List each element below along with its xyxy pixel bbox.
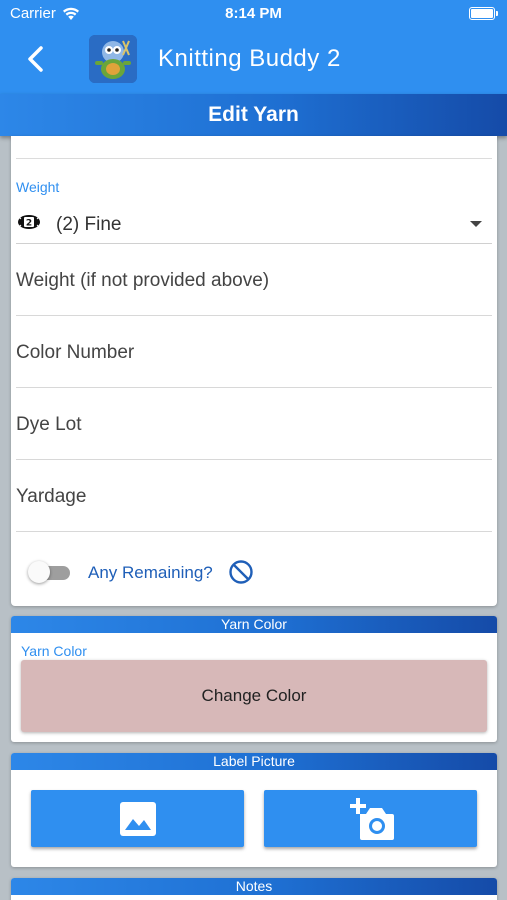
notes-card: Notes: [11, 878, 497, 900]
weight-alt-field[interactable]: Weight (if not provided above): [16, 244, 492, 316]
yarn-color-label: Yarn Color: [21, 643, 87, 659]
status-bar: Carrier 8:14 PM: [0, 0, 507, 28]
ban-icon: [229, 560, 253, 584]
yarn-color-header: Yarn Color: [11, 616, 497, 633]
weight-value: (2) Fine: [56, 214, 122, 235]
weight-dropdown[interactable]: 2 (2) Fine: [16, 202, 492, 244]
take-photo-button[interactable]: [264, 790, 477, 847]
dropdown-caret-icon: [470, 221, 482, 227]
dye-lot-placeholder: Dye Lot: [16, 414, 82, 435]
yarn-form-card: Weight 2 (2) Fine Weight (if not provide…: [11, 136, 497, 606]
svg-text:2: 2: [26, 219, 32, 229]
app-title: Knitting Buddy 2: [158, 45, 341, 72]
change-color-button[interactable]: Change Color: [21, 660, 487, 732]
any-remaining-label: Any Remaining?: [88, 563, 213, 582]
color-number-placeholder: Color Number: [16, 342, 135, 363]
app-bar: Carrier 8:14 PM Knitting Buddy 2: [0, 0, 507, 94]
page-title: Edit Yarn: [0, 94, 507, 136]
choose-image-button[interactable]: [31, 790, 244, 847]
add-a-photo-icon: [349, 797, 394, 840]
weight-label: Weight: [16, 179, 60, 195]
toggle-thumb: [28, 561, 50, 583]
yarn-weight-2-icon: 2: [17, 215, 41, 229]
app-logo-icon: [89, 35, 137, 83]
label-picture-card: Label Picture: [11, 753, 497, 867]
yarn-color-card: Yarn Color Yarn Color Change Color: [11, 616, 497, 742]
battery-icon: [469, 7, 498, 20]
status-time: 8:14 PM: [225, 5, 282, 22]
chevron-left-icon[interactable]: [22, 44, 52, 74]
color-number-field[interactable]: Color Number: [16, 316, 492, 388]
notes-header: Notes: [11, 878, 497, 895]
yardage-field[interactable]: Yardage: [16, 460, 492, 532]
dye-lot-field[interactable]: Dye Lot: [16, 388, 492, 460]
any-remaining-toggle[interactable]: [28, 561, 72, 583]
label-picture-header: Label Picture: [11, 753, 497, 770]
image-icon: [119, 801, 156, 836]
divider: [16, 158, 492, 159]
weight-alt-placeholder: Weight (if not provided above): [16, 270, 270, 291]
yardage-placeholder: Yardage: [16, 486, 87, 507]
